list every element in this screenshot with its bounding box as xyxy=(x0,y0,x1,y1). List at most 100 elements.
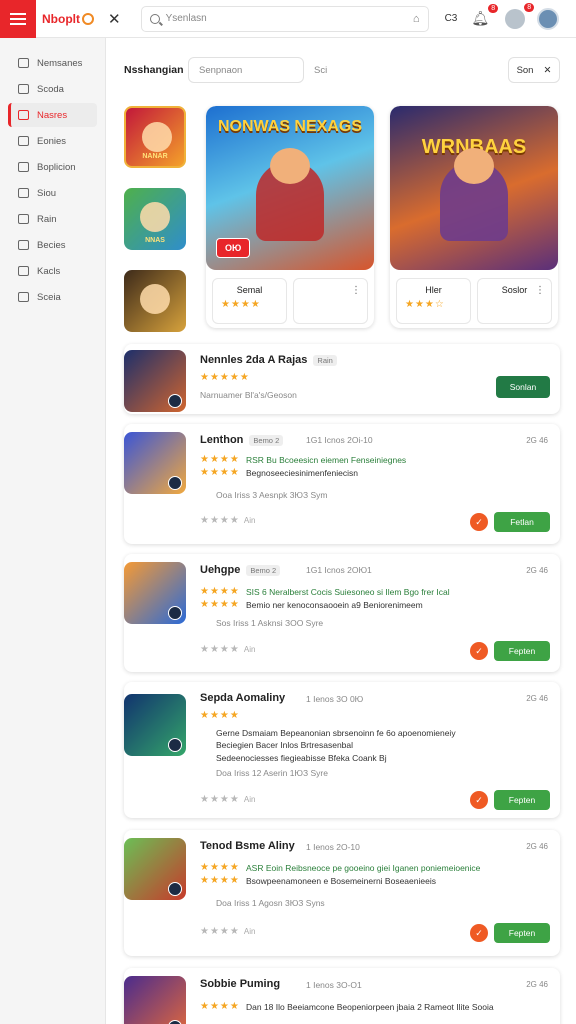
game-thumbnail[interactable] xyxy=(124,270,186,332)
game-thumbnail[interactable]: NANAR xyxy=(124,106,186,168)
app-icon[interactable] xyxy=(124,976,186,1024)
sidebar-item-7[interactable]: Becies xyxy=(8,233,97,257)
list-item[interactable]: Uehgpe Bemo 2 1G1 Icnos 2OЮ1 2G 46 ★★★★ S… xyxy=(124,554,560,672)
item-line: RSR Bu Bcoeesicn eiemen Fenseiniegnes xyxy=(246,455,407,465)
sidebar-item-4[interactable]: Boplicion xyxy=(8,155,97,179)
sidebar-item-label: Scoda xyxy=(37,83,64,95)
menu-icon[interactable] xyxy=(0,0,36,38)
filter-chip-label: Son xyxy=(516,64,534,76)
sidebar-item-6[interactable]: Rain xyxy=(8,207,97,231)
bell-icon[interactable]: 🔔︎ 8 xyxy=(471,4,499,27)
list-item[interactable]: Tenod Bsme Aliny 1 Ienos 2O-10 2G 46 ★★★… xyxy=(124,830,560,956)
rating-stars: ★★★★ xyxy=(200,875,240,886)
filter-input[interactable]: Senpnaon xyxy=(188,57,304,83)
item-tag: Rain xyxy=(313,354,337,366)
more-icon[interactable]: ⋮ xyxy=(535,285,545,296)
app-icon[interactable] xyxy=(124,350,186,412)
sidebar-item-0[interactable]: Nemsanes xyxy=(8,51,97,75)
sidebar-item-icon xyxy=(18,266,29,276)
app-icon[interactable] xyxy=(124,432,186,494)
item-line: Bemio ner kenoconsaooein a9 Beniorenimee… xyxy=(246,600,423,610)
install-button[interactable]: Fetlan xyxy=(494,512,550,532)
rating-stars: ★★★★★ xyxy=(200,372,250,383)
featured-art[interactable]: WRNBAAS xyxy=(390,106,558,270)
featured-meta-box[interactable]: Semal ★★★★ xyxy=(212,278,287,324)
featured-card[interactable]: NONWAS NEXAGS ОЮ Semal ★★★★ ⋮ xyxy=(206,106,374,328)
item-title: Sepda Aomaliny xyxy=(200,692,286,704)
featured-art[interactable]: NONWAS NEXAGS ОЮ xyxy=(206,106,374,270)
rating-stars: ★★★★ Ain xyxy=(200,926,256,937)
sidebar-item-1[interactable]: Scoda xyxy=(8,77,97,101)
rating-stars: ★★★★ Ain xyxy=(200,794,256,805)
share-icon[interactable]: ✓ xyxy=(470,513,488,531)
thumbnail-label: NANAR xyxy=(142,153,168,160)
search-input[interactable]: Ysenlasn xyxy=(166,13,413,24)
sidebar-item-2[interactable]: Nasres xyxy=(8,103,97,127)
item-title: Tenod Bsme Aliny xyxy=(200,840,295,852)
sidebar-item-5[interactable]: Siou xyxy=(8,181,97,205)
avatar[interactable] xyxy=(537,7,560,30)
sidebar-item-icon xyxy=(18,214,29,224)
close-icon[interactable]: ✕ xyxy=(108,10,121,28)
logo-mark-icon xyxy=(82,12,94,25)
rating-stars: ★★★★ xyxy=(200,467,240,478)
top-code[interactable]: C3 xyxy=(445,13,458,24)
sidebar-item-label: Becies xyxy=(37,239,66,251)
item-line: SIS 6 Neralberst Cocis Suiesoneo si Ilem… xyxy=(246,587,450,597)
sidebar-item-label: Nasres xyxy=(37,109,68,121)
sidebar-item-icon xyxy=(18,110,29,120)
sidebar-item-3[interactable]: Eonies xyxy=(8,129,97,153)
list-item[interactable]: Sepda Aomaliny 1 Ienos 3O 0Ю 2G 46 ★★★★ … xyxy=(124,682,560,818)
app-icon[interactable] xyxy=(124,562,186,624)
install-button[interactable]: Fepten xyxy=(494,790,550,810)
sidebar-item-icon xyxy=(18,58,29,68)
sidebar-item-label: Nemsanes xyxy=(37,57,83,69)
account-icon[interactable]: 8 xyxy=(505,2,535,29)
game-thumbnail[interactable]: NNAS xyxy=(124,188,186,250)
search-bar[interactable]: Ysenlasn ⌂ xyxy=(140,5,429,32)
sidebar-item-9[interactable]: Sceia xyxy=(8,285,97,309)
app-icon[interactable] xyxy=(124,838,186,900)
share-icon[interactable]: ✓ xyxy=(470,791,488,809)
sidebar-item-label: Sceia xyxy=(37,291,61,303)
item-time: 2G 46 xyxy=(526,842,548,851)
featured-card[interactable]: WRNBAAS Hler ★★★☆ Soslor ⋮ xyxy=(390,106,558,328)
sidebar: Nemsanes Scoda Nasres Eonies Boplicion S… xyxy=(0,38,106,1024)
app-icon[interactable] xyxy=(124,694,186,756)
item-subtitle: Narnuamer Bl'a's/Geoson xyxy=(200,390,297,400)
featured-name: Hler xyxy=(425,285,442,295)
featured-meta-box[interactable]: ⋮ xyxy=(293,278,368,324)
logo[interactable]: Nboplt xyxy=(42,12,94,26)
item-line: Sedeenociesses fiegieabisse Bfeka Coank … xyxy=(216,753,387,763)
rating-stars: ★★★★ xyxy=(200,862,240,873)
close-icon[interactable]: ✕ xyxy=(543,65,551,76)
logo-text: Nboplt xyxy=(42,11,80,26)
share-icon[interactable]: ✓ xyxy=(470,642,488,660)
filter-tag[interactable]: Sci xyxy=(314,65,327,76)
install-button[interactable]: Sonlan xyxy=(496,376,550,398)
list-item[interactable]: Sobbie Puming 1 Ienos 3O-O1 2G 46 ★★★★ D… xyxy=(124,968,560,1024)
featured-meta-box[interactable]: Hler ★★★☆ xyxy=(396,278,471,324)
list-item[interactable]: Lenthon Bemo 2 1G1 Icnos 2Oi-10 2G 46 ★★★… xyxy=(124,424,560,544)
item-line: Beciegien Bacer Inlos Brtresasenbal xyxy=(216,740,354,750)
sidebar-item-8[interactable]: Kacls xyxy=(8,259,97,283)
install-button[interactable]: Fepten xyxy=(494,641,550,661)
item-meta: 1 Ienos 2O-10 xyxy=(306,842,360,852)
sidebar-item-label: Boplicion xyxy=(37,161,76,173)
camera-icon[interactable]: ⌂ xyxy=(413,13,420,25)
price-badge: ОЮ xyxy=(216,238,251,258)
install-button[interactable]: Fepten xyxy=(494,923,550,943)
rating-stars: ★★★★ xyxy=(200,454,240,465)
item-tag: Bemo 2 xyxy=(246,564,281,576)
more-icon[interactable]: ⋮ xyxy=(351,285,361,296)
sidebar-item-label: Eonies xyxy=(37,135,67,147)
rating-stars: ★★★★ xyxy=(200,599,240,610)
item-title: Nennles 2da A Rajas Rain xyxy=(200,354,337,366)
top-bar: Nboplt ✕ Ysenlasn ⌂ C3 🔔︎ 8 8 xyxy=(0,0,576,38)
rating-stars: ★★★★ xyxy=(200,1001,240,1012)
list-item[interactable]: Nennles 2da A Rajas Rain ★★★★★ Narnuamer … xyxy=(124,344,560,414)
filter-title: Nsshangian xyxy=(124,64,184,76)
featured-meta-box[interactable]: Soslor ⋮ xyxy=(477,278,552,324)
filter-chip[interactable]: Son ✕ xyxy=(508,57,560,83)
share-icon[interactable]: ✓ xyxy=(470,924,488,942)
